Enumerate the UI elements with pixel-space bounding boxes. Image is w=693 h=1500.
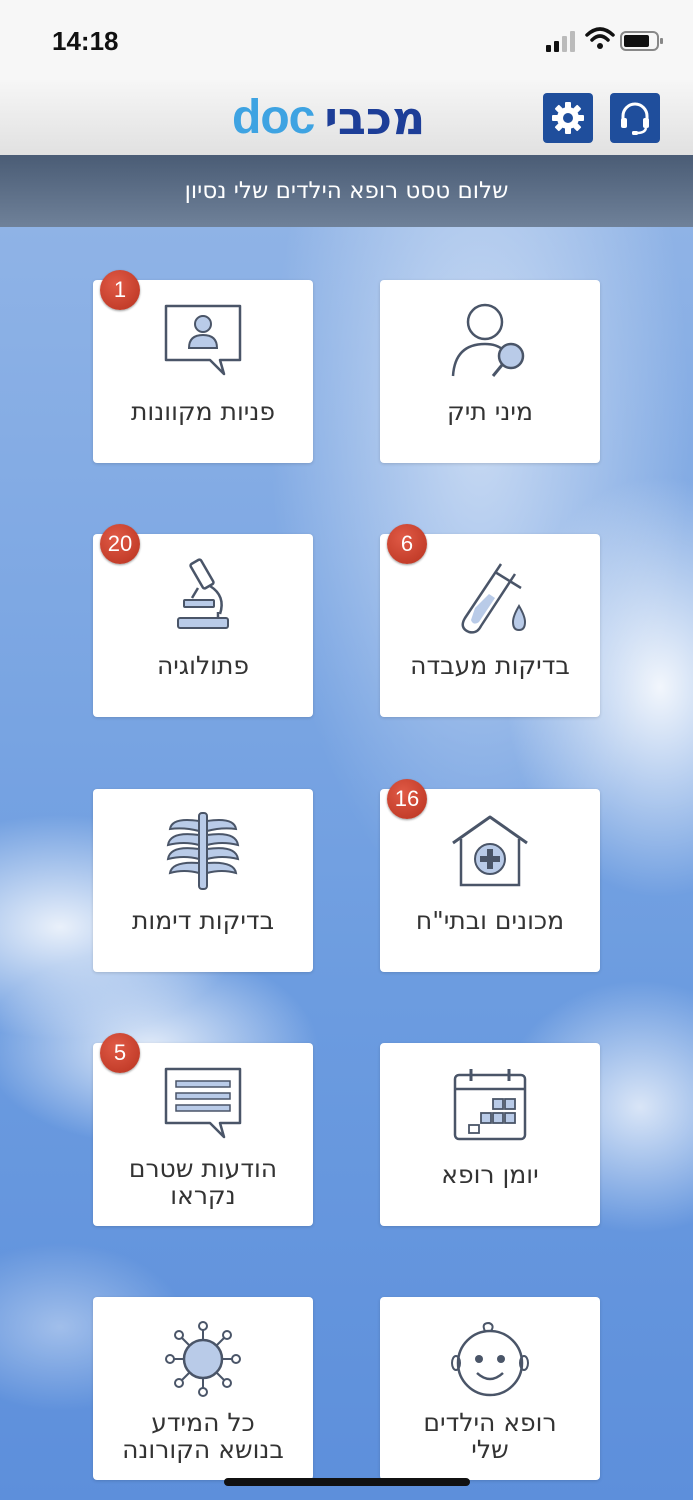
tile-label: פתולוגיה bbox=[156, 651, 250, 680]
status-time: 14:18 bbox=[52, 26, 119, 56]
tile-label: בדיקות מעבדה bbox=[410, 651, 570, 680]
greeting-text: שלום טסט רופא הילדים שלי נסיון bbox=[184, 178, 509, 204]
ribcage-xray-icon bbox=[166, 812, 240, 890]
notification-badge: 16 bbox=[387, 779, 427, 819]
tile-my-pediatrician[interactable]: רופא הילדים שלי bbox=[380, 1297, 600, 1480]
tile-label-line1: הודעות שטרם bbox=[128, 1154, 278, 1183]
tile-label: מכונים ובתי"ח bbox=[415, 906, 565, 935]
status-bar: 14:18 bbox=[0, 0, 693, 80]
person-search-icon bbox=[451, 303, 525, 377]
tile-label-line1: כל המידע bbox=[151, 1408, 255, 1437]
greeting-bar: שלום טסט רופא הילדים שלי נסיון bbox=[0, 155, 693, 227]
support-headset-button[interactable] bbox=[610, 93, 660, 143]
tile-label-line1: רופא הילדים bbox=[423, 1408, 557, 1437]
headset-icon bbox=[621, 102, 649, 135]
tile-corona-info[interactable]: כל המידע בנושא הקורונה bbox=[93, 1297, 313, 1480]
tile-pathology[interactable]: פתולוגיה 20 bbox=[93, 524, 313, 717]
cellular-signal-icon bbox=[546, 31, 575, 52]
settings-button[interactable] bbox=[543, 93, 593, 143]
tile-unread-messages[interactable]: הודעות שטרם נקראו 5 bbox=[93, 1033, 313, 1226]
notification-badge: 1 bbox=[100, 270, 140, 310]
tile-label: כל המידע בנושא הקורונה bbox=[101, 1409, 305, 1463]
tile-label-line2: נקראו bbox=[170, 1181, 236, 1210]
virus-icon bbox=[165, 1321, 241, 1397]
calendar-icon bbox=[453, 1069, 527, 1141]
notification-badge: 20 bbox=[100, 524, 140, 564]
maccabi-doc-logo: doc מכבי bbox=[232, 88, 425, 148]
home-indicator[interactable] bbox=[224, 1478, 470, 1486]
tile-doctor-calendar[interactable]: יומן רופא bbox=[380, 1043, 600, 1226]
tile-imaging-tests[interactable]: בדיקות דימות bbox=[93, 789, 313, 972]
tile-lab-tests[interactable]: בדיקות מעבדה 6 bbox=[380, 524, 600, 717]
tile-label-line2: שלי bbox=[471, 1435, 509, 1464]
notification-badge: 6 bbox=[387, 524, 427, 564]
gear-icon bbox=[552, 102, 584, 134]
battery-icon bbox=[620, 31, 663, 51]
tile-institutes-hospitals[interactable]: מכונים ובתי"ח 16 bbox=[380, 779, 600, 972]
tile-label: רופא הילדים שלי bbox=[388, 1409, 592, 1463]
hospital-icon bbox=[452, 815, 528, 887]
tile-label: יומן רופא bbox=[441, 1160, 539, 1189]
tile-mini-file[interactable]: מיני תיק bbox=[380, 280, 600, 463]
tile-label-line2: בנושא הקורונה bbox=[122, 1435, 284, 1464]
chat-user-icon bbox=[164, 304, 242, 376]
test-tube-icon bbox=[461, 563, 527, 634]
notification-badge: 5 bbox=[100, 1033, 140, 1073]
tile-online-inquiries[interactable]: פניות מקוונות 1 bbox=[93, 270, 313, 463]
tile-label: פניות מקוונות bbox=[131, 397, 275, 426]
wifi-icon bbox=[585, 27, 615, 49]
message-icon bbox=[164, 1067, 242, 1139]
tile-label: מיני תיק bbox=[447, 397, 533, 426]
microscope-icon bbox=[177, 558, 229, 629]
baby-face-icon bbox=[451, 1321, 529, 1397]
tile-label: בדיקות דימות bbox=[131, 906, 275, 935]
tile-label: הודעות שטרם נקראו bbox=[101, 1155, 305, 1209]
logo-brand-text: מכבי bbox=[324, 91, 426, 145]
logo-doc-text: doc bbox=[232, 91, 315, 144]
